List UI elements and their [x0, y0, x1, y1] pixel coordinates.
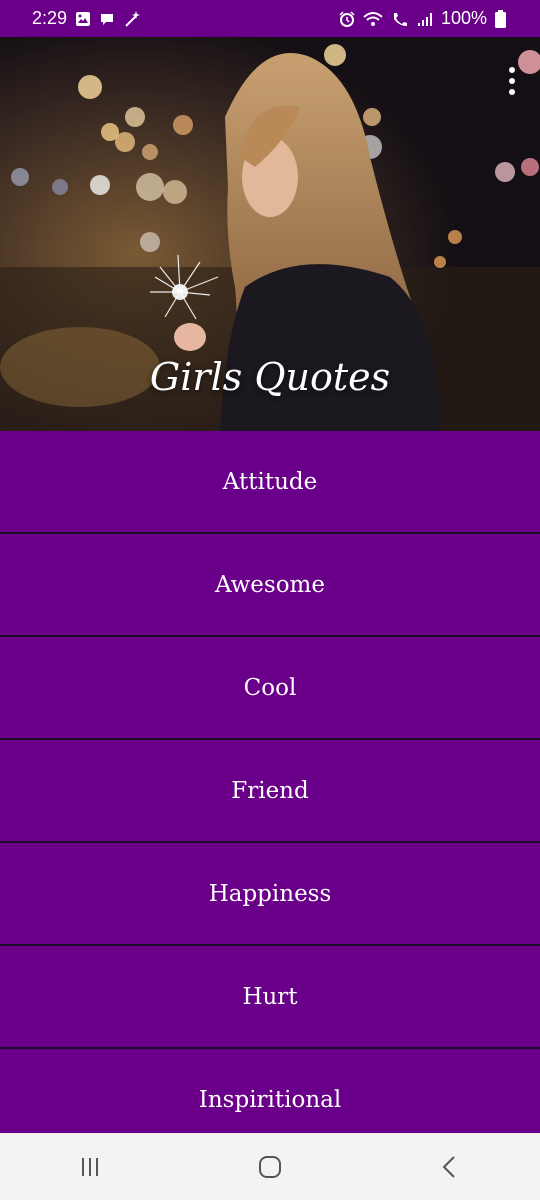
category-list: Attitude Awesome Cool Friend Happiness H… — [0, 431, 540, 1133]
category-hurt[interactable]: Hurt — [0, 946, 540, 1049]
app-title: Girls Quotes — [149, 355, 391, 399]
status-right: 100% — [339, 8, 506, 29]
category-friend[interactable]: Friend — [0, 740, 540, 843]
home-icon[interactable] — [240, 1137, 300, 1197]
gallery-icon — [75, 11, 91, 27]
menu-dot — [509, 89, 515, 95]
category-cool[interactable]: Cool — [0, 637, 540, 740]
recent-apps-icon[interactable] — [60, 1137, 120, 1197]
menu-dot — [509, 78, 515, 84]
menu-dot — [509, 67, 515, 73]
chat-bubble-icon — [99, 11, 115, 27]
wifi-calling-icon — [391, 11, 409, 27]
category-label: Inspiritional — [198, 1086, 342, 1113]
category-attitude[interactable]: Attitude — [0, 431, 540, 534]
category-label: Hurt — [242, 983, 298, 1010]
status-left: 2:29 — [32, 8, 141, 29]
category-label: Friend — [231, 777, 309, 804]
category-awesome[interactable]: Awesome — [0, 534, 540, 637]
battery-percent: 100% — [440, 8, 487, 28]
category-label: Awesome — [215, 571, 325, 598]
signal-icon — [417, 11, 433, 27]
status-bar: 2:29 100% — [0, 0, 540, 37]
category-happiness[interactable]: Happiness — [0, 843, 540, 946]
category-label: Attitude — [222, 468, 318, 495]
category-inspiritional[interactable]: Inspiritional — [0, 1049, 540, 1133]
back-icon[interactable] — [420, 1137, 480, 1197]
more-vert-icon[interactable] — [500, 61, 524, 101]
battery-icon — [495, 9, 506, 28]
status-time: 2:29 — [32, 8, 68, 28]
header-banner: Girls Quotes — [0, 37, 540, 431]
wifi-icon — [363, 11, 383, 27]
alarm-icon — [339, 10, 355, 27]
system-nav-bar — [0, 1133, 540, 1200]
magic-wand-icon — [123, 10, 141, 28]
category-label: Cool — [243, 674, 297, 701]
category-label: Happiness — [208, 880, 332, 907]
